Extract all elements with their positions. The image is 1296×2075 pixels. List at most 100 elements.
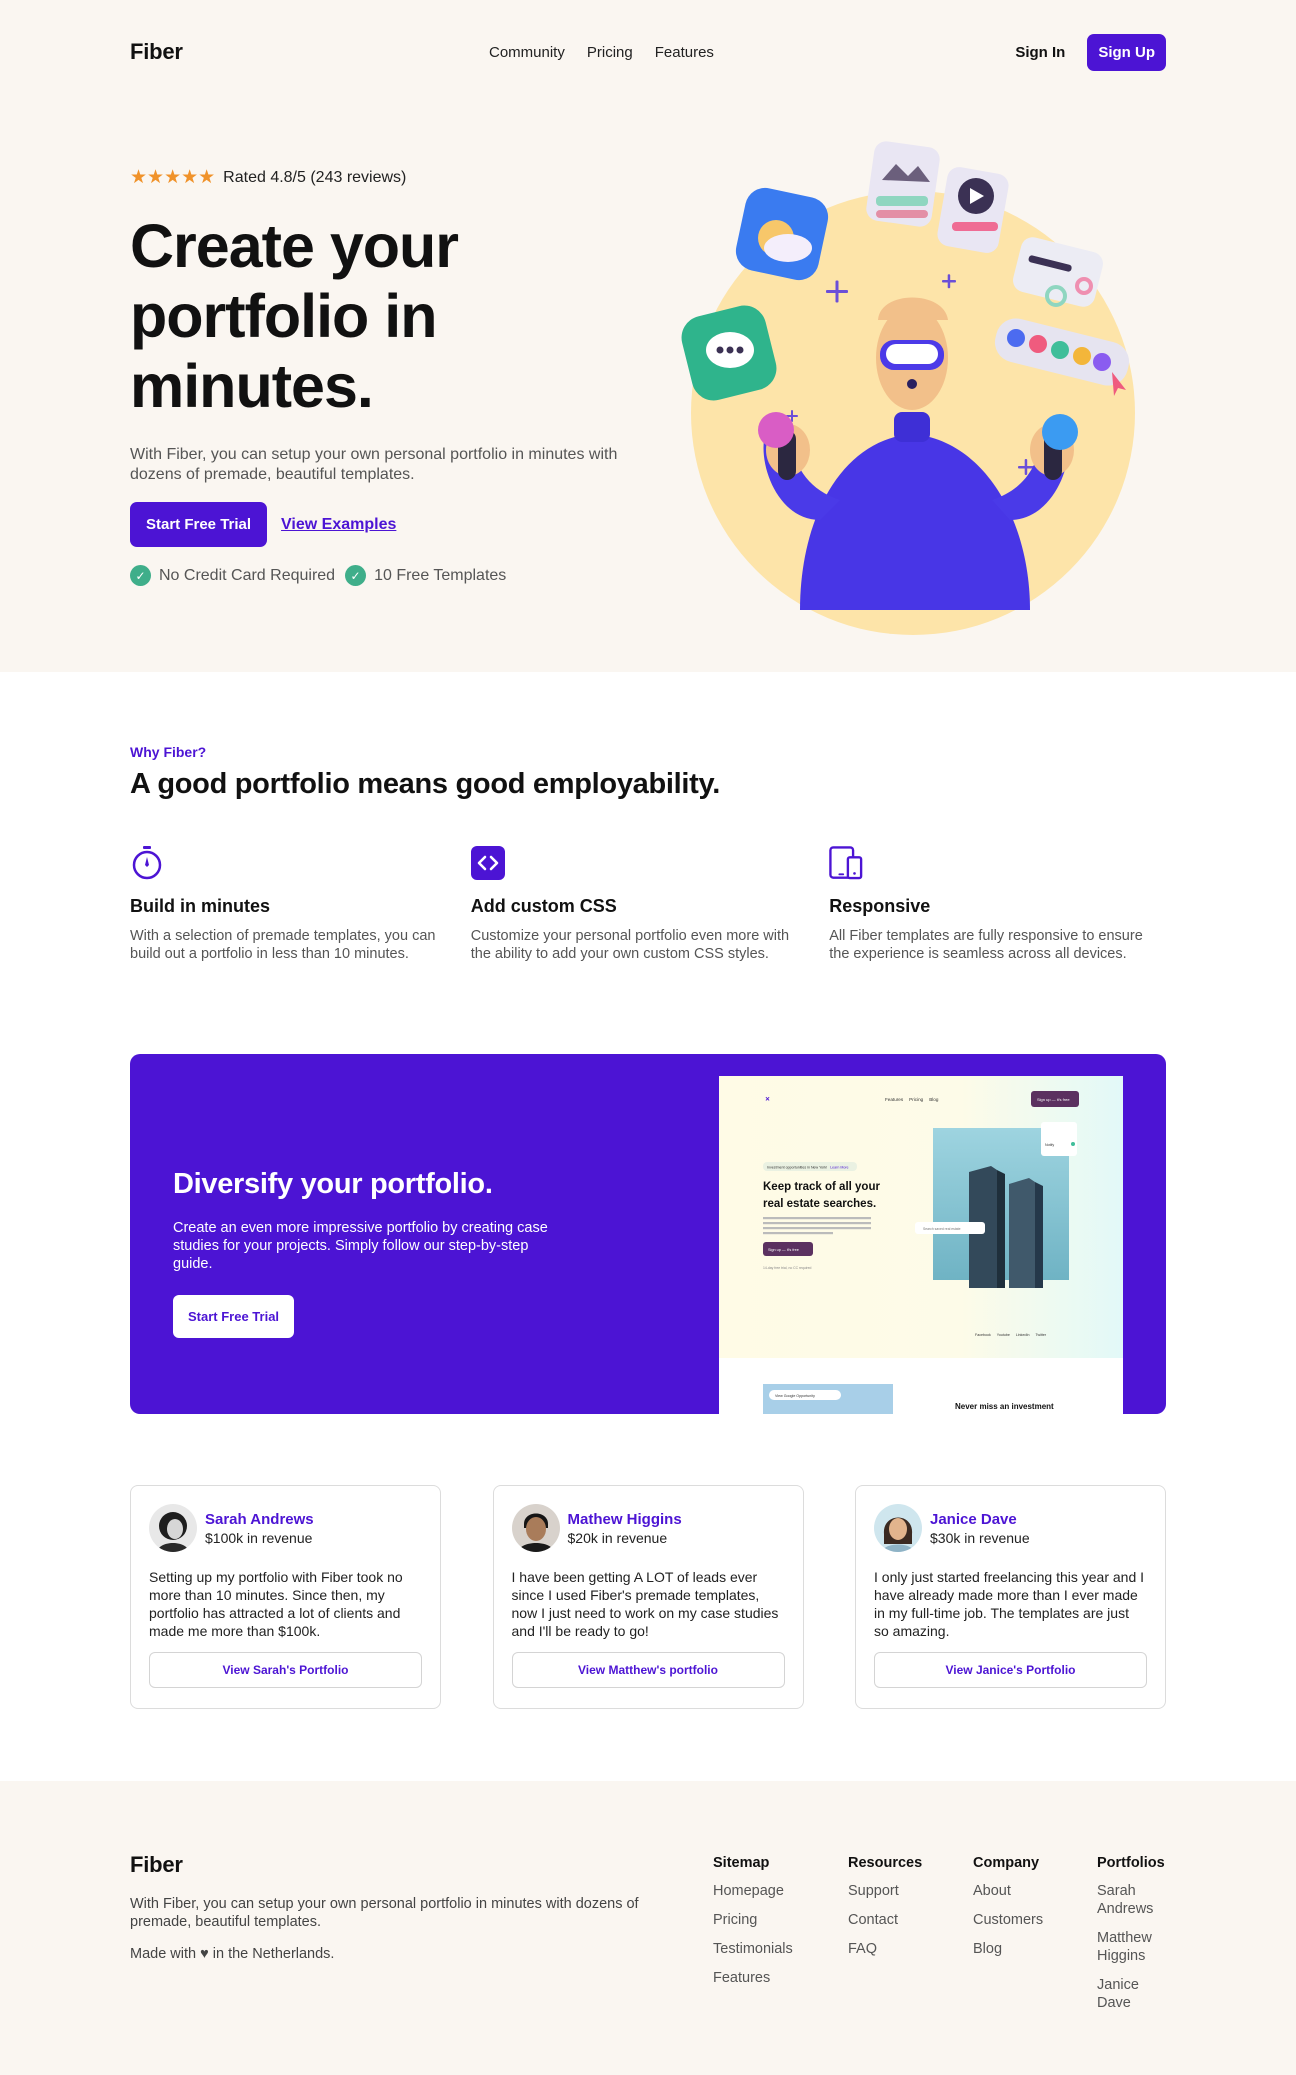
banner-start-trial-button[interactable]: Start Free Trial bbox=[173, 1295, 295, 1338]
footer-link[interactable]: Features bbox=[713, 1969, 793, 1987]
footer-link[interactable]: Pricing bbox=[713, 1911, 793, 1929]
feature-text: All Fiber templates are fully responsive… bbox=[829, 928, 1143, 962]
check-icon: ✓ bbox=[345, 565, 367, 586]
testimonial-name[interactable]: Janice Dave bbox=[930, 1511, 1030, 1528]
testimonial-card: Janice Dave $30k in revenue I only just … bbox=[855, 1485, 1166, 1709]
testimonial-revenue: $20k in revenue bbox=[567, 1529, 668, 1546]
banner-text: Create an even more impressive portfolio… bbox=[173, 1220, 548, 1272]
feature-title: Responsive bbox=[829, 896, 931, 916]
footer-link[interactable]: Blog bbox=[973, 1940, 1043, 1958]
top-nav: Fiber Community Pricing Features Sign In… bbox=[130, 32, 1166, 72]
footer-text: With Fiber, you can setup your own perso… bbox=[130, 1896, 639, 1930]
view-portfolio-button[interactable]: View Sarah's Portfolio bbox=[149, 1652, 422, 1688]
nav-auth: Sign In Sign Up bbox=[1015, 33, 1166, 71]
stopwatch-icon bbox=[132, 846, 162, 880]
feature-text: Customize your personal portfolio even m… bbox=[470, 928, 790, 962]
nav-community[interactable]: Community bbox=[489, 44, 565, 61]
code-icon bbox=[470, 846, 505, 880]
rating-text: Rated 4.8/5 (243 reviews) bbox=[223, 168, 407, 186]
sign-up-button[interactable]: Sign Up bbox=[1087, 33, 1166, 71]
feature-title: Add custom CSS bbox=[470, 896, 617, 916]
footer-link[interactable]: Matthew Higgins bbox=[1097, 1929, 1172, 1965]
hero-content: ★★★★★ Rated 4.8/5 (243 reviews) Create y… bbox=[130, 166, 650, 586]
footer: Fiber With Fiber, you can setup your own… bbox=[0, 1781, 1296, 2075]
testimonial-revenue: $100k in revenue bbox=[205, 1529, 313, 1546]
card-header: Janice Dave $30k in revenue bbox=[874, 1504, 1147, 1552]
banner-title: Diversify your portfolio. bbox=[173, 1168, 493, 1200]
card-header: Sarah Andrews $100k in revenue bbox=[149, 1504, 422, 1552]
view-portfolio-button[interactable]: View Matthew's portfolio bbox=[511, 1652, 785, 1688]
footer-link[interactable]: Homepage bbox=[713, 1882, 793, 1900]
feature-item: Build in minutes With a selection of pre… bbox=[130, 845, 471, 963]
view-portfolio-button[interactable]: View Janice's Portfolio bbox=[874, 1652, 1147, 1688]
testimonial-quote: I only just started freelancing this yea… bbox=[874, 1569, 1145, 1639]
svg-text:Never miss an investment: Never miss an investment bbox=[955, 1402, 1054, 1411]
footer-column-title: Resources bbox=[848, 1855, 923, 1871]
testimonial-quote: I have been getting A LOT of leads ever … bbox=[511, 1569, 779, 1639]
check-item: ✓ 10 Free Templates bbox=[345, 565, 506, 586]
svg-text:Sign up — it's free: Sign up — it's free bbox=[1037, 1097, 1070, 1102]
feature-text: With a selection of premade templates, y… bbox=[130, 928, 436, 962]
footer-column-title: Portfolios bbox=[1097, 1855, 1165, 1871]
rating: ★★★★★ Rated 4.8/5 (243 reviews) bbox=[130, 166, 650, 189]
star-rating-icon: ★★★★★ bbox=[130, 167, 216, 188]
logo[interactable]: Fiber bbox=[130, 39, 183, 65]
cta-banner: Diversify your portfolio. Create an even… bbox=[130, 1054, 1166, 1414]
feature-item: Add custom CSS Customize your personal p… bbox=[470, 845, 830, 963]
footer-logo[interactable]: Fiber bbox=[130, 1852, 690, 1878]
banner-content: Diversify your portfolio. Create an even… bbox=[173, 1168, 553, 1338]
footer-brand: Fiber With Fiber, you can setup your own… bbox=[130, 1852, 690, 1963]
footer-link[interactable]: Testimonials bbox=[713, 1940, 793, 1958]
footer-column-resources: Resources Support Contact FAQ bbox=[848, 1855, 922, 1958]
why-section: Why Fiber? A good portfolio means good e… bbox=[130, 744, 1170, 963]
footer-column-company: Company About Customers Blog bbox=[973, 1855, 1043, 1958]
footer-link[interactable]: Janice Dave bbox=[1097, 1976, 1172, 2012]
view-examples-link[interactable]: View Examples bbox=[281, 516, 396, 534]
hero-section: Fiber Community Pricing Features Sign In… bbox=[0, 0, 1296, 672]
avatar bbox=[874, 1504, 922, 1552]
svg-text:Sign up — it's free: Sign up — it's free bbox=[768, 1248, 799, 1252]
testimonial-name[interactable]: Sarah Andrews bbox=[205, 1511, 314, 1528]
footer-column-sitemap: Sitemap Homepage Pricing Testimonials Fe… bbox=[713, 1855, 793, 1987]
preview-nav: Features Pricing Blog bbox=[885, 1097, 939, 1102]
devices-icon bbox=[829, 846, 863, 880]
svg-text:Search saved real estate: Search saved real estate bbox=[923, 1227, 961, 1231]
hero-checks: ✓ No Credit Card Required ✓ 10 Free Temp… bbox=[130, 565, 650, 586]
feature-title: Build in minutes bbox=[130, 896, 271, 916]
footer-link[interactable]: About bbox=[973, 1882, 1043, 1900]
hero-subtitle: With Fiber, you can setup your own perso… bbox=[130, 446, 618, 483]
testimonial-revenue: $30k in revenue bbox=[930, 1529, 1030, 1546]
feature-item: Responsive All Fiber templates are fully… bbox=[829, 845, 1170, 963]
section-eyebrow: Why Fiber? bbox=[130, 744, 207, 760]
hero-ctas: Start Free Trial View Examples bbox=[130, 502, 650, 547]
svg-text:14-day free trial, no CC requi: 14-day free trial, no CC required bbox=[763, 1266, 812, 1270]
sign-in-link[interactable]: Sign In bbox=[1015, 44, 1065, 61]
svg-text:View Google Opportunity: View Google Opportunity bbox=[775, 1394, 815, 1398]
card-header: Mathew Higgins $20k in revenue bbox=[511, 1504, 785, 1552]
footer-column-title: Sitemap bbox=[713, 1855, 770, 1871]
feature-list: Build in minutes With a selection of pre… bbox=[130, 845, 1170, 963]
testimonial-name[interactable]: Mathew Higgins bbox=[568, 1511, 682, 1528]
start-free-trial-button[interactable]: Start Free Trial bbox=[130, 502, 268, 547]
nav-features[interactable]: Features bbox=[655, 44, 714, 61]
testimonial-card: Sarah Andrews $100k in revenue Setting u… bbox=[130, 1485, 441, 1709]
footer-link[interactable]: FAQ bbox=[848, 1940, 922, 1958]
check-label: No Credit Card Required bbox=[159, 566, 336, 584]
cloud-app-icon bbox=[735, 187, 829, 281]
footer-column-portfolios: Portfolios Sarah Andrews Matthew Higgins… bbox=[1097, 1855, 1172, 2012]
footer-link[interactable]: Support bbox=[848, 1882, 922, 1900]
image-card-icon bbox=[866, 141, 940, 227]
hero-title: Create your portfolio in minutes. bbox=[130, 212, 459, 420]
avatar bbox=[511, 1504, 560, 1552]
preview-pill: Investment opportunities in New York! Lea… bbox=[767, 1166, 849, 1170]
footer-link[interactable]: Customers bbox=[973, 1911, 1043, 1929]
footer-link[interactable]: Contact bbox=[848, 1911, 922, 1929]
footer-link[interactable]: Sarah Andrews bbox=[1097, 1882, 1172, 1918]
hero-illustration bbox=[681, 141, 1135, 635]
template-preview-screenshot: ✕ Features Pricing Blog Sign up — it's fre… bbox=[719, 1076, 1123, 1414]
testimonial-quote: Setting up my portfolio with Fiber took … bbox=[149, 1569, 403, 1639]
nav-pricing[interactable]: Pricing bbox=[587, 44, 633, 61]
check-icon: ✓ bbox=[130, 565, 151, 586]
check-item: ✓ No Credit Card Required bbox=[130, 565, 335, 586]
preview-logo: ✕ bbox=[765, 1096, 770, 1103]
